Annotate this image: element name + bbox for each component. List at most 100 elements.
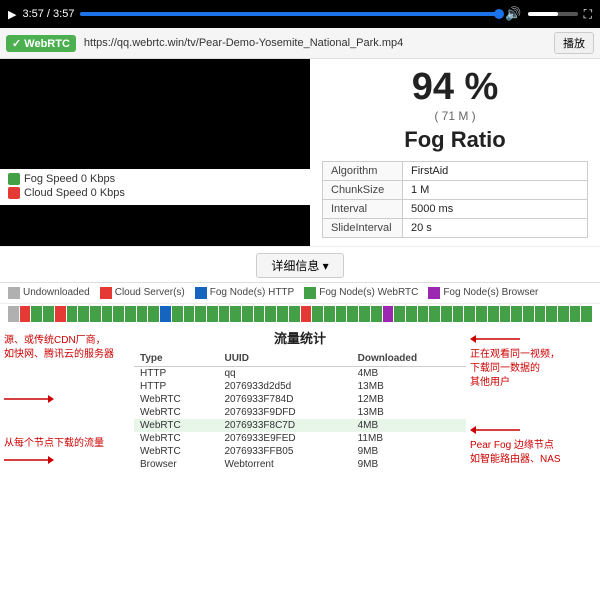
progress-dot [494,9,504,19]
flow-table-row: WebRTC2076933F784D12MB [134,393,466,406]
left-annotations: 源、或传统CDN厂商，如快网、腾讯云的服务器 从每个节点下载的流量 [4,328,134,471]
flow-title: 流量统计 [274,328,326,347]
chunk-bar [476,306,487,322]
chunk-bar [464,306,475,322]
chunk-bar [429,306,440,322]
chunk-bar [125,306,136,322]
chunk-bar [500,306,511,322]
chunk-bar [394,306,405,322]
cell-uuid: 2076933FFB05 [218,445,351,458]
arrow-right-icon [4,392,54,406]
col-downloaded: Downloaded [352,351,466,367]
undownloaded-icon [8,287,20,299]
slideinterval-value: 20 s [403,218,588,237]
table-row: Algorithm FirstAid [323,161,588,180]
legend-fog-http: Fog Node(s) HTTP [195,287,294,299]
chunk-bar [172,306,183,322]
volume-fill [528,12,558,16]
bottom-section: 源、或传统CDN厂商，如快网、腾讯云的服务器 从每个节点下载的流量 流量统计 [0,324,600,471]
chunk-bar [558,306,569,322]
chunk-bar [289,306,300,322]
legend-undownloaded: Undownloaded [8,287,90,299]
cell-type: WebRTC [134,393,218,406]
chunk-bar [324,306,335,322]
chunk-bar [43,306,54,322]
cell-uuid: 2076933F9DFD [218,406,351,419]
chunk-bar [230,306,241,322]
legend-area: Fog Speed 0 Kbps Cloud Speed 0 Kbps [0,169,310,205]
ann-download-text: 从每个节点下载的流量 [4,438,104,449]
chunk-bars [0,304,600,324]
legend-label: Undownloaded [23,287,90,298]
flow-table-row: BrowserWebtorrent9MB [134,458,466,471]
legend-cloud-server: Cloud Server(s) [100,287,185,299]
size-display: ( 71 M ) [322,109,588,123]
cell-uuid: 2076933F8C7D [218,419,351,432]
chunk-bar [570,306,581,322]
chunk-bar [31,306,42,322]
main-content: Fog Speed 0 Kbps Cloud Speed 0 Kbps 94 %… [0,59,600,247]
arrow-left-icon [470,332,520,346]
arrow-watching [470,332,596,346]
chunk-bar [113,306,124,322]
fog-browser-icon [428,287,440,299]
cell-downloaded: 4MB [352,419,466,432]
chunk-bar [347,306,358,322]
fog-dot [8,173,20,185]
cell-type: Browser [134,458,218,471]
chunk-bar [20,306,31,322]
fullscreen-icon[interactable]: ⛶ [584,7,592,22]
volume-icon[interactable]: 🔊 [505,6,521,22]
interval-label: Interval [323,199,403,218]
chunk-label: ChunkSize [323,180,403,199]
ann-pear-text: Pear Fog 边缘节点如智能路由器、NAS [470,440,561,465]
flow-table-row: WebRTC2076933E9FED11MB [134,432,466,445]
col-type: Type [134,351,218,367]
cell-downloaded: 4MB [352,366,466,380]
arrow-left2-icon [470,423,520,437]
cloud-label: Cloud Speed 0 Kbps [24,187,125,199]
left-panel: Fog Speed 0 Kbps Cloud Speed 0 Kbps [0,59,310,246]
right-panel: 94 % ( 71 M ) Fog Ratio Algorithm FirstA… [310,59,600,246]
details-button[interactable]: 详细信息 ▾ [256,253,343,278]
percentage-display: 94 % [322,67,588,109]
chunk-bar [148,306,159,322]
ann-watching: 正在观看同一视频，下载同一数据的其他用户 [470,332,596,390]
chunk-bar [55,306,66,322]
ann-download: 从每个节点下载的流量 [4,437,130,467]
chunk-bar [301,306,312,322]
cell-uuid: 2076933F784D [218,393,351,406]
cell-type: WebRTC [134,406,218,419]
chunk-bar [406,306,417,322]
flow-table-row: HTTPqq4MB [134,366,466,380]
fog-webrtc-icon [304,287,316,299]
cell-uuid: qq [218,366,351,380]
cell-downloaded: 9MB [352,458,466,471]
chunk-bar [359,306,370,322]
cell-uuid: 2076933E9FED [218,432,351,445]
legend-fog: Fog Speed 0 Kbps [8,173,302,185]
algo-value: FirstAid [403,161,588,180]
arrow-source [4,392,130,406]
chunk-bar [488,306,499,322]
video-player: ▶ 3:57 / 3:57 🔊 ⛶ [0,0,600,28]
legend-bar: Undownloaded Cloud Server(s) Fog Node(s)… [0,283,600,304]
progress-fill [80,12,499,16]
fog-ratio-title: Fog Ratio [322,127,588,153]
chunk-bar [160,306,171,322]
play-icon[interactable]: ▶ [8,8,16,21]
chunk-value: 1 M [403,180,588,199]
chunk-bar [242,306,253,322]
col-uuid: UUID [218,351,351,367]
volume-bar[interactable] [528,12,578,16]
chunk-bar [195,306,206,322]
stats-table: Algorithm FirstAid ChunkSize 1 M Interva… [322,161,588,238]
chunk-bar [546,306,557,322]
slideinterval-label: SlideInterval [323,218,403,237]
details-section: 详细信息 ▾ [0,247,600,283]
play-button[interactable]: 播放 [554,32,594,54]
progress-bar[interactable] [80,12,499,16]
chunk-bar [184,306,195,322]
webrtc-bar: ✓ WebRTC https://qq.webrtc.win/tv/Pear-D… [0,28,600,59]
chunk-bar [535,306,546,322]
